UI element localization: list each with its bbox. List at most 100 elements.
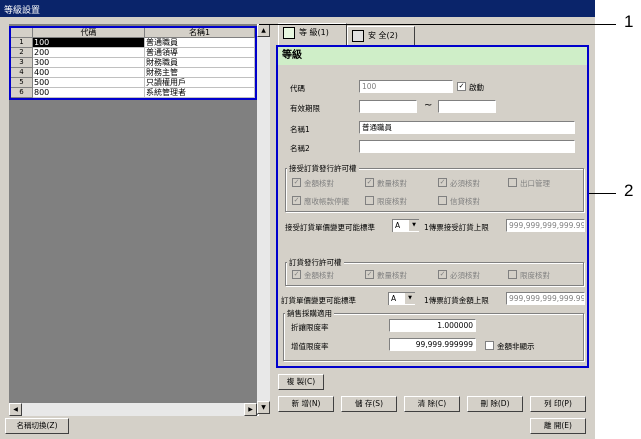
receive-price-change-select[interactable]: A ▼ [392, 219, 419, 232]
tab-grade-label: 等 級(1) [299, 28, 329, 37]
table-cell-code[interactable]: 200 [33, 48, 145, 58]
row-number[interactable]: 2 [11, 48, 33, 58]
name1-label: 名稱1 [290, 125, 310, 134]
callout-number-2: 2 [624, 181, 634, 200]
print-button[interactable]: 列 印(P) [530, 396, 586, 412]
grid-horizontal-scrollbar[interactable]: ◀ ▶ [9, 403, 257, 416]
tab-grade[interactable]: 等 級(1) [278, 23, 347, 45]
sales-purchase-group-title: 銷售採購適用 [285, 308, 334, 319]
order-required-check-checkbox[interactable]: ✓ [438, 270, 447, 279]
close-button[interactable]: 離 開(E) [530, 418, 586, 434]
copy-button[interactable]: 複 製(C) [278, 374, 324, 390]
order-qty-check-checkbox[interactable]: ✓ [365, 270, 374, 279]
order-qty-check-label: 數量核對 [377, 271, 407, 280]
receive-export-label: 出口管理 [520, 179, 550, 188]
save-button[interactable]: 儲 存(S) [341, 396, 397, 412]
row-number[interactable]: 1 [11, 38, 33, 48]
receive-export-checkbox[interactable] [508, 178, 517, 187]
order-amount-check-label: 金額核對 [304, 271, 334, 280]
scroll-left-icon[interactable]: ◀ [9, 403, 22, 416]
table-cell-code[interactable]: 100 [33, 38, 145, 48]
hide-amount-label: 金額非顯示 [497, 342, 535, 351]
validity-separator: ~ [424, 100, 433, 111]
receive-limit-check-label: 限度核對 [377, 197, 407, 206]
scroll-up-icon[interactable]: ▲ [257, 24, 270, 37]
callout-line-2 [589, 193, 616, 194]
receive-required-check-label: 必須核對 [450, 179, 480, 188]
order-required-check-label: 必須核對 [450, 271, 480, 280]
order-amount-check-checkbox[interactable]: ✓ [292, 270, 301, 279]
code-field[interactable]: 100 [359, 80, 453, 93]
table-cell-name[interactable]: 系統管理者 [145, 88, 255, 98]
validity-label: 有效期限 [290, 104, 320, 113]
receive-limit-check-checkbox[interactable] [365, 196, 374, 205]
name2-label: 名稱2 [290, 144, 310, 153]
book-icon [283, 27, 295, 39]
receive-limit-field[interactable]: 999,999,999,999.99 [506, 219, 585, 232]
table-cell-name[interactable]: 財務主管 [145, 68, 255, 78]
enabled-label: 啟動 [469, 83, 484, 92]
order-limit-field[interactable]: 999,999,999,999.99 [506, 292, 585, 305]
callout-line-1 [259, 24, 616, 25]
enabled-checkbox[interactable]: ✓ [457, 82, 466, 91]
tab-security-label: 安 全(2) [368, 31, 398, 40]
grid-vertical-scrollbar[interactable]: ▲ ▼ [257, 24, 270, 414]
table-cell-name[interactable]: 只讀權用戶 [145, 78, 255, 88]
name1-field[interactable]: 普通職員 [359, 121, 575, 134]
markup-rate-field[interactable]: 99,999.999999 [389, 338, 476, 351]
order-price-change-value: A [391, 294, 397, 303]
table-cell-code[interactable]: 400 [33, 68, 145, 78]
receive-credit-check-label: 信貸核對 [450, 197, 480, 206]
order-price-change-select[interactable]: A ▼ [388, 292, 415, 305]
table-cell-name[interactable]: 普通領導 [145, 48, 255, 58]
receive-qty-check-label: 數量核對 [377, 179, 407, 188]
table-cell-name[interactable]: 財務職員 [145, 58, 255, 68]
discount-rate-label: 折讓限度率 [291, 323, 329, 332]
validity-to-field[interactable] [438, 100, 496, 113]
callout-number-1: 1 [624, 12, 634, 31]
scroll-right-icon[interactable]: ▶ [244, 403, 257, 416]
name2-field[interactable] [359, 140, 575, 153]
receive-limit-label: 1傳票接受訂貨上限 [424, 223, 489, 232]
chevron-down-icon[interactable]: ▼ [404, 293, 415, 304]
column-header-name1[interactable]: 名稱1 [145, 28, 255, 38]
column-header-code[interactable]: 代碼 [33, 28, 145, 38]
window-title: 等級設置 [0, 0, 595, 17]
new-button[interactable]: 新 增(N) [278, 396, 334, 412]
row-number[interactable]: 6 [11, 88, 33, 98]
receive-ar-stop-label: 應收帳款停擺 [304, 197, 349, 206]
row-number[interactable]: 4 [11, 68, 33, 78]
order-limit-label: 1傳票訂貨金額上限 [424, 296, 489, 305]
receive-amount-check-label: 金額核對 [304, 179, 334, 188]
delete-button[interactable]: 刪 除(D) [467, 396, 523, 412]
table-cell-code[interactable]: 300 [33, 58, 145, 68]
panel-title: 等級 [278, 47, 587, 65]
tab-security[interactable]: 安 全(2) [347, 26, 415, 46]
order-group-title: 訂貨發行許可權 [287, 257, 344, 268]
row-number[interactable]: 3 [11, 58, 33, 68]
row-number[interactable]: 5 [11, 78, 33, 88]
receive-ar-stop-checkbox[interactable]: ✓ [292, 196, 301, 205]
receive-required-check-checkbox[interactable]: ✓ [438, 178, 447, 187]
validity-from-field[interactable] [359, 100, 417, 113]
notebook-icon [352, 30, 364, 42]
receive-order-group-title: 接受訂貨發行許可權 [287, 163, 359, 174]
table-cell-code[interactable]: 800 [33, 88, 145, 98]
table-cell-code[interactable]: 500 [33, 78, 145, 88]
chevron-down-icon[interactable]: ▼ [408, 220, 419, 231]
scroll-down-icon[interactable]: ▼ [257, 401, 270, 414]
order-limit-check-checkbox[interactable] [508, 270, 517, 279]
code-label: 代碼 [290, 84, 305, 93]
row-header-corner [11, 28, 33, 38]
clear-button[interactable]: 清 除(C) [404, 396, 460, 412]
discount-rate-field[interactable]: 1.000000 [389, 319, 476, 332]
markup-rate-label: 增值限度率 [291, 342, 329, 351]
table-cell-name[interactable]: 普通職員 [145, 38, 255, 48]
hide-amount-checkbox[interactable] [485, 341, 494, 350]
receive-price-change-label: 接受訂貨單價變更可能標準 [285, 223, 375, 232]
receive-credit-check-checkbox[interactable] [438, 196, 447, 205]
grade-table: 代碼 名稱1 1 100 普通職員 2 200 普通領導 3 300 財務職員 … [9, 26, 257, 100]
switch-name-button[interactable]: 名稱切換(Z) [5, 418, 69, 434]
receive-qty-check-checkbox[interactable]: ✓ [365, 178, 374, 187]
receive-amount-check-checkbox[interactable]: ✓ [292, 178, 301, 187]
